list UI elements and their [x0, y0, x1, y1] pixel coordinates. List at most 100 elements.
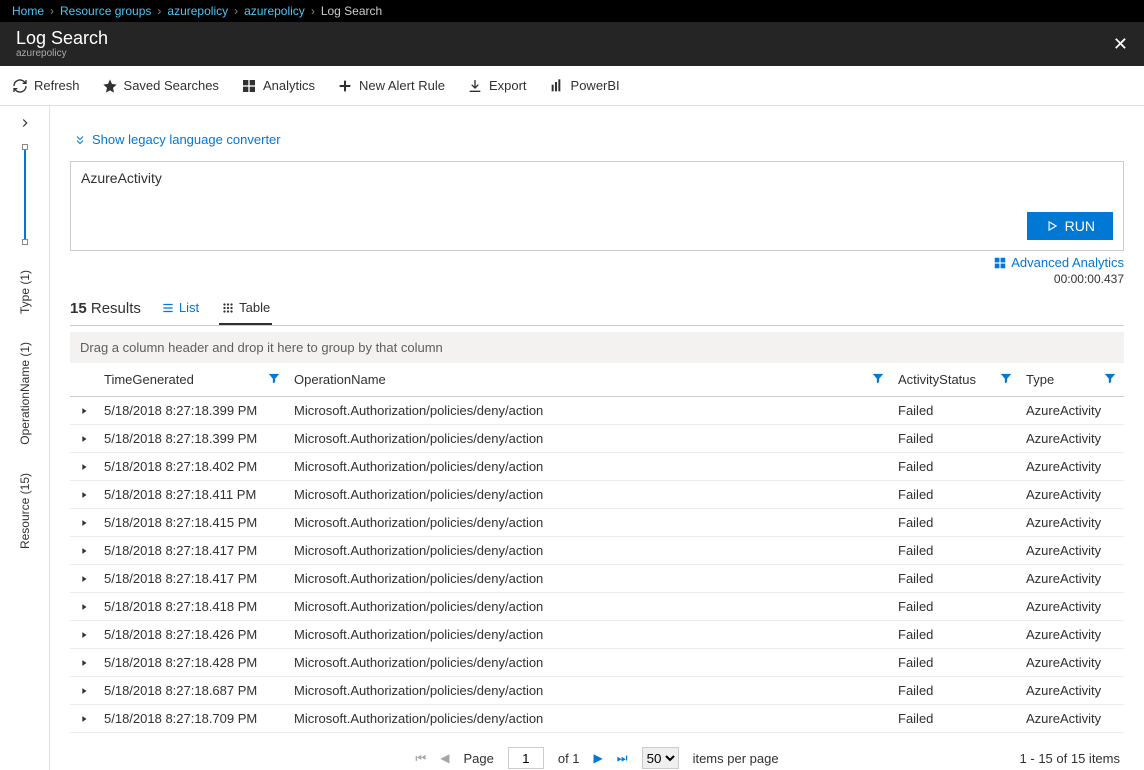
query-editor[interactable]: AzureActivity RUN: [70, 161, 1124, 251]
analytics-icon: [241, 78, 257, 94]
expand-row-icon[interactable]: [70, 680, 98, 702]
expand-row-icon[interactable]: [70, 568, 98, 590]
cell-operation: Microsoft.Authorization/policies/deny/ac…: [288, 397, 892, 424]
grid-header: TimeGenerated OperationName ActivityStat…: [70, 363, 1124, 397]
close-icon[interactable]: ✕: [1113, 34, 1128, 55]
pager-first-icon[interactable]: ⏮: [415, 751, 426, 766]
cell-time: 5/18/2018 8:27:18.411 PM: [98, 481, 288, 508]
powerbi-button[interactable]: PowerBI: [549, 78, 620, 94]
column-operation[interactable]: OperationName: [288, 363, 892, 396]
facet-tab-resource[interactable]: Resource (15): [18, 473, 32, 549]
legacy-converter-link[interactable]: Show legacy language converter: [74, 132, 1120, 147]
column-status[interactable]: ActivityStatus: [892, 363, 1020, 396]
cell-time: 5/18/2018 8:27:18.399 PM: [98, 425, 288, 452]
new-alert-rule-label: New Alert Rule: [359, 78, 445, 93]
query-text: AzureActivity: [81, 170, 162, 186]
table-row[interactable]: 5/18/2018 8:27:18.418 PMMicrosoft.Author…: [70, 593, 1124, 621]
list-icon: [161, 301, 175, 315]
cell-type: AzureActivity: [1020, 509, 1124, 536]
pager-page-label: Page: [463, 751, 493, 766]
pager-next-icon[interactable]: ▶: [594, 751, 603, 765]
analytics-icon: [993, 256, 1007, 270]
cell-operation: Microsoft.Authorization/policies/deny/ac…: [288, 453, 892, 480]
cell-time: 5/18/2018 8:27:18.402 PM: [98, 453, 288, 480]
cell-type: AzureActivity: [1020, 453, 1124, 480]
expand-row-icon[interactable]: [70, 484, 98, 506]
table-row[interactable]: 5/18/2018 8:27:18.428 PMMicrosoft.Author…: [70, 649, 1124, 677]
cell-operation: Microsoft.Authorization/policies/deny/ac…: [288, 509, 892, 536]
cell-time: 5/18/2018 8:27:18.687 PM: [98, 677, 288, 704]
time-range-slider[interactable]: [24, 147, 26, 242]
cell-type: AzureActivity: [1020, 677, 1124, 704]
view-table-toggle[interactable]: Table: [219, 294, 272, 325]
advanced-analytics-link[interactable]: Advanced Analytics: [993, 255, 1124, 270]
run-button[interactable]: RUN: [1027, 212, 1113, 240]
expand-row-icon[interactable]: [70, 652, 98, 674]
cell-time: 5/18/2018 8:27:18.415 PM: [98, 509, 288, 536]
column-time[interactable]: TimeGenerated: [98, 363, 288, 396]
table-row[interactable]: 5/18/2018 8:27:18.411 PMMicrosoft.Author…: [70, 481, 1124, 509]
filter-icon[interactable]: [1103, 371, 1117, 388]
expand-row-icon[interactable]: [70, 596, 98, 618]
expand-row-icon[interactable]: [70, 400, 98, 422]
powerbi-label: PowerBI: [571, 78, 620, 93]
filter-icon[interactable]: [267, 371, 281, 388]
table-row[interactable]: 5/18/2018 8:27:18.417 PMMicrosoft.Author…: [70, 537, 1124, 565]
expand-row-icon[interactable]: [70, 456, 98, 478]
breadcrumb-link[interactable]: azurepolicy: [167, 4, 228, 18]
cell-status: Failed: [892, 397, 1020, 424]
cell-type: AzureActivity: [1020, 481, 1124, 508]
run-label: RUN: [1065, 218, 1095, 234]
new-alert-rule-button[interactable]: New Alert Rule: [337, 78, 445, 94]
pager-prev-icon[interactable]: ◀: [440, 751, 449, 765]
breadcrumb-link[interactable]: Resource groups: [60, 4, 151, 18]
expand-row-icon[interactable]: [70, 512, 98, 534]
star-icon: [102, 78, 118, 94]
pager-page-input[interactable]: [508, 747, 544, 769]
cell-time: 5/18/2018 8:27:18.428 PM: [98, 649, 288, 676]
saved-searches-button[interactable]: Saved Searches: [102, 78, 219, 94]
view-table-label: Table: [239, 300, 270, 315]
facet-tab-operationname[interactable]: OperationName (1): [18, 342, 32, 445]
expand-rail-icon[interactable]: [18, 116, 32, 133]
pager-last-icon[interactable]: ⏭: [617, 751, 628, 766]
filter-icon[interactable]: [999, 371, 1013, 388]
breadcrumb-link[interactable]: Home: [12, 4, 44, 18]
cell-status: Failed: [892, 621, 1020, 648]
facet-tab-type[interactable]: Type (1): [18, 270, 32, 314]
blade-header: Log Search azurepolicy ✕: [0, 22, 1144, 66]
view-list-toggle[interactable]: List: [159, 294, 201, 323]
table-row[interactable]: 5/18/2018 8:27:18.402 PMMicrosoft.Author…: [70, 453, 1124, 481]
breadcrumb-link[interactable]: azurepolicy: [244, 4, 305, 18]
table-row[interactable]: 5/18/2018 8:27:18.415 PMMicrosoft.Author…: [70, 509, 1124, 537]
table-row[interactable]: 5/18/2018 8:27:18.417 PMMicrosoft.Author…: [70, 565, 1124, 593]
cell-time: 5/18/2018 8:27:18.426 PM: [98, 621, 288, 648]
table-row[interactable]: 5/18/2018 8:27:18.399 PMMicrosoft.Author…: [70, 397, 1124, 425]
expand-row-icon[interactable]: [70, 428, 98, 450]
expand-row-icon[interactable]: [70, 540, 98, 562]
play-icon: [1045, 219, 1059, 233]
results-grid: TimeGenerated OperationName ActivityStat…: [70, 363, 1124, 733]
analytics-button[interactable]: Analytics: [241, 78, 315, 94]
table-row[interactable]: 5/18/2018 8:27:18.426 PMMicrosoft.Author…: [70, 621, 1124, 649]
cell-type: AzureActivity: [1020, 621, 1124, 648]
refresh-button[interactable]: Refresh: [12, 78, 80, 94]
export-label: Export: [489, 78, 527, 93]
table-row[interactable]: 5/18/2018 8:27:18.709 PMMicrosoft.Author…: [70, 705, 1124, 733]
group-drop-hint[interactable]: Drag a column header and drop it here to…: [70, 332, 1124, 363]
pager-summary: 1 - 15 of 15 items: [1020, 751, 1120, 766]
table-icon: [221, 301, 235, 315]
cell-type: AzureActivity: [1020, 649, 1124, 676]
table-row[interactable]: 5/18/2018 8:27:18.399 PMMicrosoft.Author…: [70, 425, 1124, 453]
expand-row-icon[interactable]: [70, 624, 98, 646]
table-row[interactable]: 5/18/2018 8:27:18.687 PMMicrosoft.Author…: [70, 677, 1124, 705]
refresh-label: Refresh: [34, 78, 80, 93]
expand-row-icon[interactable]: [70, 708, 98, 730]
pager-per-page-select[interactable]: 50: [642, 747, 679, 769]
column-type[interactable]: Type: [1020, 363, 1124, 396]
filter-icon[interactable]: [871, 371, 885, 388]
cell-status: Failed: [892, 593, 1020, 620]
export-button[interactable]: Export: [467, 78, 527, 94]
cell-status: Failed: [892, 565, 1020, 592]
cell-type: AzureActivity: [1020, 425, 1124, 452]
